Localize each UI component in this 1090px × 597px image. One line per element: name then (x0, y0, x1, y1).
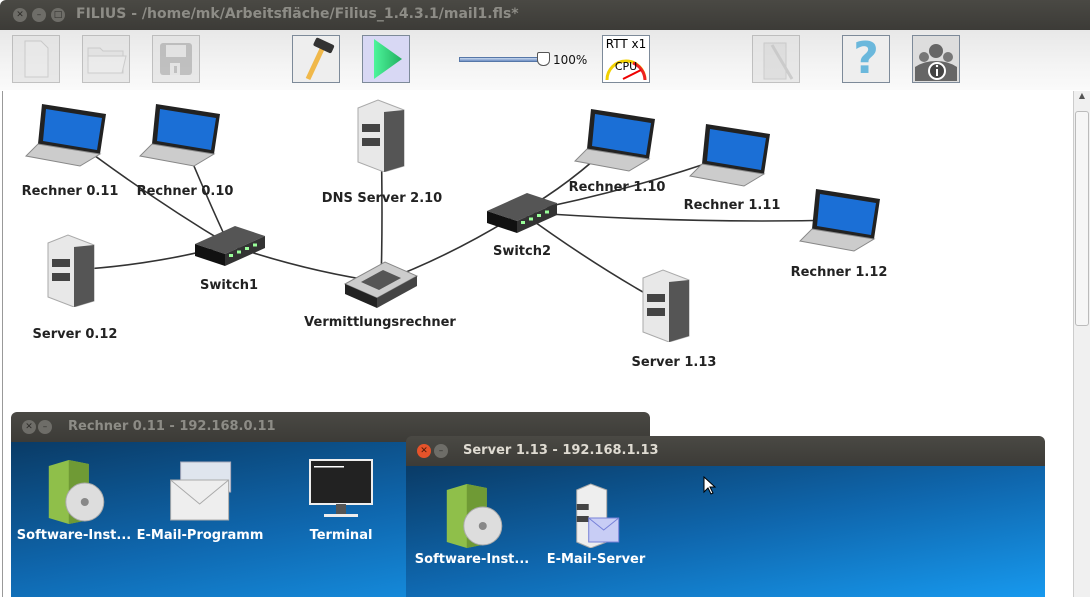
desktop-app-e-mail-programm[interactable]: E-Mail-Programm (136, 458, 264, 543)
laptop-icon (573, 109, 655, 172)
email-server-icon (563, 482, 629, 549)
router-node[interactable] (341, 254, 421, 314)
minimize-button[interactable]: – (434, 444, 448, 458)
info-button[interactable] (912, 35, 960, 83)
node-label: Switch1 (199, 278, 259, 293)
node-label: Vermittlungsrechner (304, 315, 456, 330)
zoom-slider-thumb[interactable] (537, 52, 550, 66)
cpu-label: CPU (614, 60, 638, 73)
laptop-node[interactable] (688, 120, 774, 194)
wizard-button[interactable] (752, 35, 800, 83)
node-label: Server 0.12 (32, 327, 118, 342)
cable[interactable] (520, 211, 842, 222)
desktop-area: Software-Inst... E-Mail-Server (406, 466, 1045, 597)
desktop-title: Server 1.13 - 192.168.1.13 (463, 443, 659, 458)
desktop-app-e-mail-server[interactable]: E-Mail-Server (546, 482, 646, 567)
switch-node[interactable] (191, 222, 267, 272)
email-client-icon (167, 458, 233, 521)
scrollbar-thumb[interactable] (1075, 111, 1089, 326)
rtt-speed-button[interactable]: RTT x1 CPU (602, 35, 650, 83)
app-label: Terminal (309, 528, 373, 543)
desktop-app-software-inst[interactable]: Software-Inst... (17, 458, 131, 543)
open-folder-icon (87, 47, 127, 74)
node-label: Rechner 0.11 (21, 184, 119, 199)
save-button[interactable] (152, 35, 200, 83)
desktop-app-software-inst[interactable]: Software-Inst... (415, 482, 529, 567)
app-label: E-Mail-Programm (136, 528, 264, 543)
hammer-icon (305, 37, 335, 81)
zoom-slider[interactable] (459, 57, 545, 62)
new-file-button[interactable] (12, 35, 60, 83)
laptop-icon (138, 104, 220, 167)
router-icon (343, 261, 419, 308)
app-label: E-Mail-Server (546, 552, 646, 567)
close-button[interactable]: ✕ (13, 8, 27, 22)
node-label: Server 1.13 (631, 355, 717, 370)
play-icon (374, 39, 402, 79)
switch-node[interactable] (483, 189, 559, 239)
rtt-label: RTT x1 (605, 37, 647, 51)
node-label: Switch2 (492, 244, 552, 259)
zoom-value: 100% (553, 53, 588, 67)
maximize-button[interactable]: □ (51, 8, 65, 22)
server-icon (357, 99, 405, 173)
desktop-app-terminal[interactable]: Terminal (308, 458, 374, 543)
software-installer-icon (439, 482, 505, 548)
vertical-scrollbar[interactable]: ▲ (1073, 91, 1090, 597)
minimize-button[interactable]: – (38, 420, 52, 434)
terminal-icon (308, 458, 374, 520)
laptop-icon (798, 189, 880, 252)
node-label: Rechner 1.12 (790, 265, 888, 280)
app-label: Software-Inst... (414, 552, 530, 567)
desktop-title: Rechner 0.11 - 192.168.0.11 (68, 419, 276, 434)
open-button[interactable] (82, 35, 130, 83)
window-title: FILIUS - /home/mk/Arbeitsfläche/Filius_1… (76, 6, 519, 22)
info-icon (915, 44, 957, 81)
node-label: Rechner 0.10 (136, 184, 234, 199)
help-icon: ? (853, 33, 879, 84)
design-mode-button[interactable] (292, 35, 340, 83)
desktop-window-server: ✕ – Server 1.13 - 192.168.1.13 Software-… (406, 436, 1045, 597)
laptop-node[interactable] (138, 100, 224, 174)
simulation-mode-button[interactable] (362, 35, 410, 83)
mouse-cursor-icon (703, 476, 717, 495)
laptop-icon (24, 104, 106, 167)
close-button[interactable]: ✕ (22, 420, 36, 434)
switch-icon (195, 226, 265, 266)
laptop-node[interactable] (798, 185, 884, 259)
server-icon (642, 269, 690, 343)
wizard-icon (763, 42, 794, 80)
node-label: Rechner 1.10 (568, 180, 666, 195)
app-label: Software-Inst... (16, 528, 132, 543)
save-icon (160, 43, 192, 75)
help-button[interactable]: ? (842, 35, 890, 83)
desktop-titlebar: ✕ – Server 1.13 - 192.168.1.13 (406, 436, 1045, 466)
node-label: Rechner 1.11 (683, 198, 781, 213)
node-label: DNS Server 2.10 (321, 191, 443, 206)
server-node[interactable] (633, 268, 699, 346)
laptop-node[interactable] (573, 105, 659, 179)
laptop-node[interactable] (24, 100, 110, 174)
server-icon (47, 234, 95, 308)
server-node[interactable] (348, 98, 414, 176)
title-bar: ✕ – □ FILIUS - /home/mk/Arbeitsfläche/Fi… (0, 0, 1090, 30)
laptop-icon (688, 124, 770, 187)
scroll-up-icon[interactable]: ▲ (1074, 91, 1090, 100)
switch-icon (487, 193, 557, 233)
new-file-icon (24, 40, 49, 78)
minimize-button[interactable]: – (32, 8, 46, 22)
close-button[interactable]: ✕ (417, 444, 431, 458)
server-node[interactable] (38, 233, 104, 311)
software-installer-icon (41, 458, 107, 524)
